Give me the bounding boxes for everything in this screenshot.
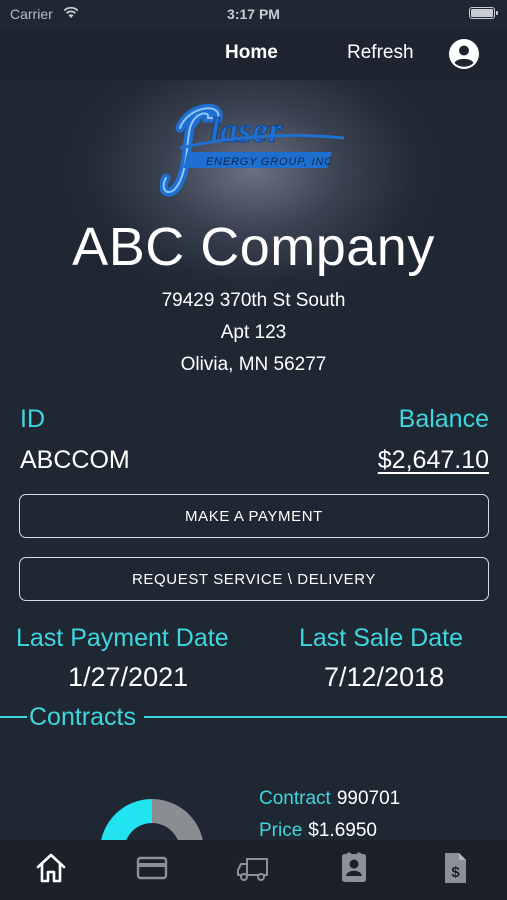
contract-label: Contract bbox=[259, 788, 331, 809]
refresh-button[interactable]: Refresh bbox=[347, 42, 414, 64]
balance-link[interactable]: $2,647.10 bbox=[378, 446, 489, 475]
tab-bar: $ bbox=[0, 840, 507, 900]
home-icon bbox=[36, 853, 66, 883]
logo-brand-text: laser bbox=[210, 110, 283, 150]
svg-text:$: $ bbox=[451, 864, 460, 881]
tab-payments[interactable] bbox=[132, 848, 172, 888]
last-payment-date-label: Last Payment Date bbox=[16, 624, 229, 652]
truck-icon bbox=[237, 858, 268, 881]
last-sale-date-label: Last Sale Date bbox=[299, 624, 463, 652]
price-value: $1.6950 bbox=[308, 820, 377, 841]
contract-price-row: Price $1.6950 bbox=[259, 820, 377, 842]
status-bar: Carrier 3:17 PM bbox=[0, 0, 507, 28]
app-screen: Carrier 3:17 PM Home Refresh laser ENERG… bbox=[0, 0, 507, 900]
section-divider-left bbox=[0, 716, 27, 718]
company-name: ABC Company bbox=[72, 217, 435, 277]
logo-tagline-text: ENERGY GROUP, INC bbox=[206, 156, 333, 168]
contract-number-row: Contract 990701 bbox=[259, 788, 400, 810]
contact-card-icon bbox=[342, 852, 366, 882]
nav-bar: Home Refresh bbox=[0, 28, 507, 80]
clock-label: 3:17 PM bbox=[227, 6, 280, 22]
address-line-1: 79429 370th St South bbox=[161, 290, 346, 311]
address-line-2: Apt 123 bbox=[220, 322, 287, 343]
tab-delivery[interactable] bbox=[233, 848, 273, 888]
profile-icon[interactable] bbox=[448, 38, 480, 70]
section-divider-right bbox=[144, 716, 507, 718]
balance-label: Balance bbox=[398, 405, 489, 433]
price-label: Price bbox=[259, 820, 303, 841]
contracts-section-title: Contracts bbox=[29, 703, 136, 731]
tab-contact[interactable] bbox=[334, 848, 374, 888]
glaser-logo: laser ENERGY GROUP, INC bbox=[160, 103, 345, 197]
battery-icon bbox=[469, 7, 498, 19]
make-payment-button[interactable]: MAKE A PAYMENT bbox=[19, 494, 489, 538]
credit-card-icon bbox=[136, 856, 168, 880]
request-service-button[interactable]: REQUEST SERVICE \ DELIVERY bbox=[19, 557, 489, 601]
tab-invoices[interactable]: $ bbox=[435, 848, 475, 888]
last-sale-date-value: 7/12/2018 bbox=[324, 662, 445, 692]
last-payment-date-value: 1/27/2021 bbox=[68, 662, 189, 692]
id-label: ID bbox=[20, 405, 45, 433]
contract-value: 990701 bbox=[336, 788, 401, 809]
id-value: ABCCOM bbox=[20, 446, 130, 474]
tab-home[interactable] bbox=[31, 848, 71, 888]
home-nav-link[interactable]: Home bbox=[225, 42, 278, 64]
address-line-3: Olivia, MN 56277 bbox=[180, 354, 327, 375]
invoice-icon: $ bbox=[445, 853, 466, 883]
